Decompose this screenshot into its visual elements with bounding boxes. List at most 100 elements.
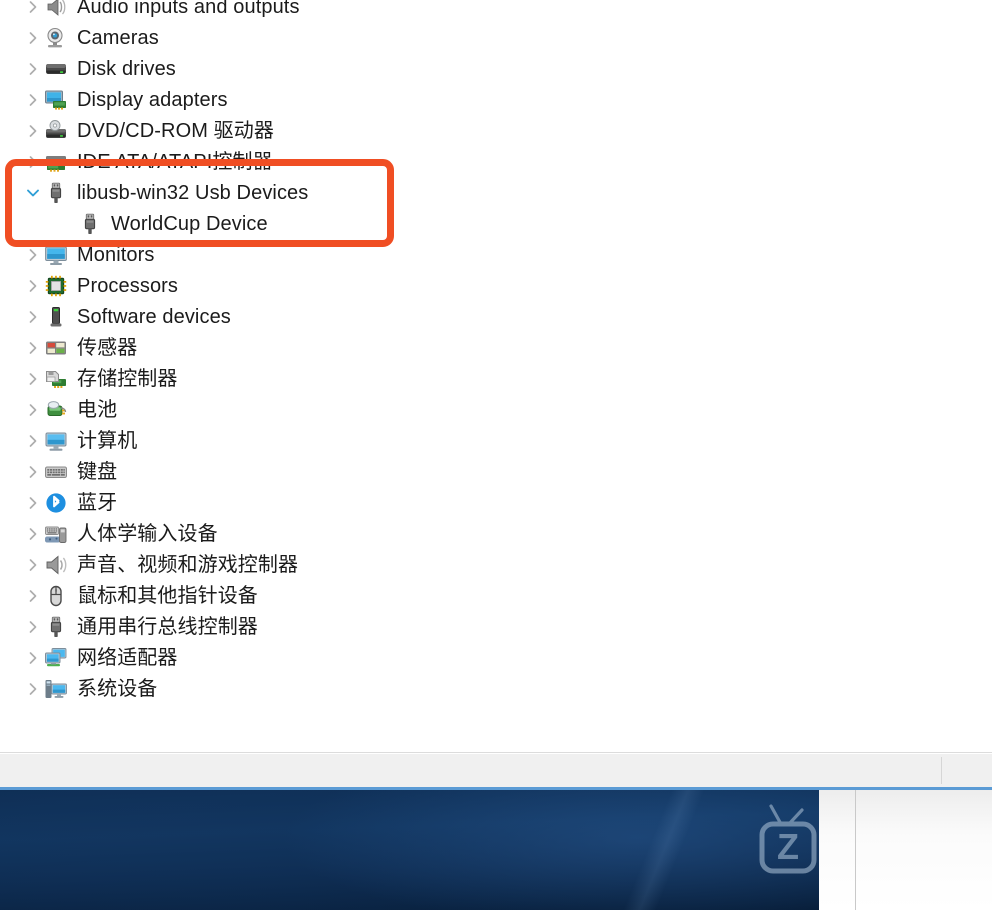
panel-watermark-text	[833, 820, 853, 882]
tree-item-label: IDE ATA/ATAPI控制器	[77, 150, 273, 173]
tree-item-label: 网络适配器	[77, 646, 178, 669]
tree-item-label: 蓝牙	[77, 491, 118, 514]
tree-item-label: Audio inputs and outputs	[77, 0, 300, 18]
tree-item[interactable]: Display adapters	[0, 84, 992, 115]
processor-icon	[44, 274, 68, 298]
chevron-right-icon[interactable]	[22, 433, 44, 449]
tree-item[interactable]: 通用串行总线控制器	[0, 611, 992, 642]
chevron-right-icon[interactable]	[22, 371, 44, 387]
chevron-right-icon[interactable]	[22, 0, 44, 15]
tree-item[interactable]: Cameras	[0, 22, 992, 53]
tree-item-label: 鼠标和其他指针设备	[77, 584, 258, 607]
tree-item[interactable]: 电池	[0, 394, 992, 425]
tree-item-label: 存储控制器	[77, 367, 178, 390]
chevron-right-icon[interactable]	[22, 154, 44, 170]
chevron-right-icon[interactable]	[22, 61, 44, 77]
chevron-right-icon[interactable]	[22, 278, 44, 294]
hid-icon	[44, 522, 68, 546]
chevron-right-icon[interactable]	[22, 557, 44, 573]
mouse-icon	[44, 584, 68, 608]
tree-item-label: 人体学输入设备	[77, 522, 218, 545]
usb-device-icon	[44, 181, 68, 205]
tree-item-label: 系统设备	[77, 677, 158, 700]
tree-item[interactable]: Processors	[0, 270, 992, 301]
chevron-right-icon[interactable]	[22, 340, 44, 356]
display-adapter-icon	[44, 88, 68, 112]
tree-item[interactable]: 传感器	[0, 332, 992, 363]
chevron-right-icon[interactable]	[22, 495, 44, 511]
tree-item-label: 计算机	[77, 429, 138, 452]
network-adapter-icon	[44, 646, 68, 670]
disk-drive-icon	[44, 57, 68, 81]
tree-item[interactable]: Audio inputs and outputs	[0, 0, 992, 22]
chevron-right-icon[interactable]	[22, 464, 44, 480]
tree-item-label: Disk drives	[77, 57, 176, 80]
status-bar	[0, 753, 992, 787]
ide-controller-icon	[44, 150, 68, 174]
battery-icon	[44, 398, 68, 422]
page-banner: Z	[0, 790, 819, 910]
chevron-right-icon[interactable]	[22, 619, 44, 635]
computer-icon	[44, 429, 68, 453]
device-tree[interactable]: Audio inputs and outputs Cameras Disk dr…	[0, 0, 992, 752]
tree-item[interactable]: WorldCup Device	[0, 208, 992, 239]
tree-item[interactable]: IDE ATA/ATAPI控制器	[0, 146, 992, 177]
tree-item-label: Processors	[77, 274, 179, 297]
banner-light-streak	[580, 790, 740, 910]
sensor-icon	[44, 336, 68, 360]
chevron-right-icon[interactable]	[22, 92, 44, 108]
chevron-right-icon[interactable]	[22, 402, 44, 418]
tree-item[interactable]: Monitors	[0, 239, 992, 270]
chevron-right-icon[interactable]	[22, 247, 44, 263]
chevron-right-icon[interactable]	[22, 588, 44, 604]
tree-item[interactable]: 键盘	[0, 456, 992, 487]
tree-item-label: 电池	[77, 398, 118, 421]
tree-item[interactable]: 网络适配器	[0, 642, 992, 673]
keyboard-icon	[44, 460, 68, 484]
dvd-drive-icon	[44, 119, 68, 143]
svg-text:Z: Z	[777, 826, 799, 867]
system-device-icon	[44, 677, 68, 701]
camera-icon	[44, 26, 68, 50]
tree-item-label: Display adapters	[77, 88, 228, 111]
tree-item[interactable]: Disk drives	[0, 53, 992, 84]
tree-item-label: Monitors	[77, 243, 155, 266]
tree-item-label: 通用串行总线控制器	[77, 615, 258, 638]
storage-controller-icon	[44, 367, 68, 391]
tree-item[interactable]: DVD/CD-ROM 驱动器	[0, 115, 992, 146]
chevron-down-icon[interactable]	[22, 185, 44, 201]
tree-item[interactable]: 计算机	[0, 425, 992, 456]
tree-item[interactable]: Software devices	[0, 301, 992, 332]
tree-item-label: 传感器	[77, 336, 138, 359]
status-bar-divider	[941, 757, 942, 784]
usb-controller-icon	[44, 615, 68, 639]
tree-item[interactable]: 声音、视频和游戏控制器	[0, 549, 992, 580]
panel-edge-divider	[855, 790, 856, 910]
tree-item[interactable]: 蓝牙	[0, 487, 992, 518]
tree-item[interactable]: 人体学输入设备	[0, 518, 992, 549]
tree-item-label: Cameras	[77, 26, 159, 49]
chevron-right-icon[interactable]	[22, 309, 44, 325]
tree-item[interactable]: 鼠标和其他指针设备	[0, 580, 992, 611]
chevron-right-icon[interactable]	[22, 681, 44, 697]
tree-item-label: WorldCup Device	[111, 212, 268, 235]
usb-device-icon	[78, 212, 102, 236]
chevron-right-icon[interactable]	[22, 526, 44, 542]
tree-item[interactable]: libusb-win32 Usb Devices	[0, 177, 992, 208]
speaker-icon	[44, 0, 68, 19]
tree-item-label: DVD/CD-ROM 驱动器	[77, 119, 274, 142]
zol-tv-icon: Z	[759, 804, 817, 882]
sound-video-icon	[44, 553, 68, 577]
chevron-right-icon[interactable]	[22, 30, 44, 46]
chevron-right-icon[interactable]	[22, 650, 44, 666]
tree-item-label: libusb-win32 Usb Devices	[77, 181, 309, 204]
chevron-right-icon[interactable]	[22, 123, 44, 139]
software-device-icon	[44, 305, 68, 329]
bluetooth-icon	[44, 491, 68, 515]
tree-item[interactable]: 存储控制器	[0, 363, 992, 394]
monitor-icon	[44, 243, 68, 267]
tree-item-label: Software devices	[77, 305, 231, 328]
tree-item[interactable]: 系统设备	[0, 673, 992, 704]
tree-item-label: 键盘	[77, 460, 118, 483]
tree-item-label: 声音、视频和游戏控制器	[77, 553, 299, 576]
